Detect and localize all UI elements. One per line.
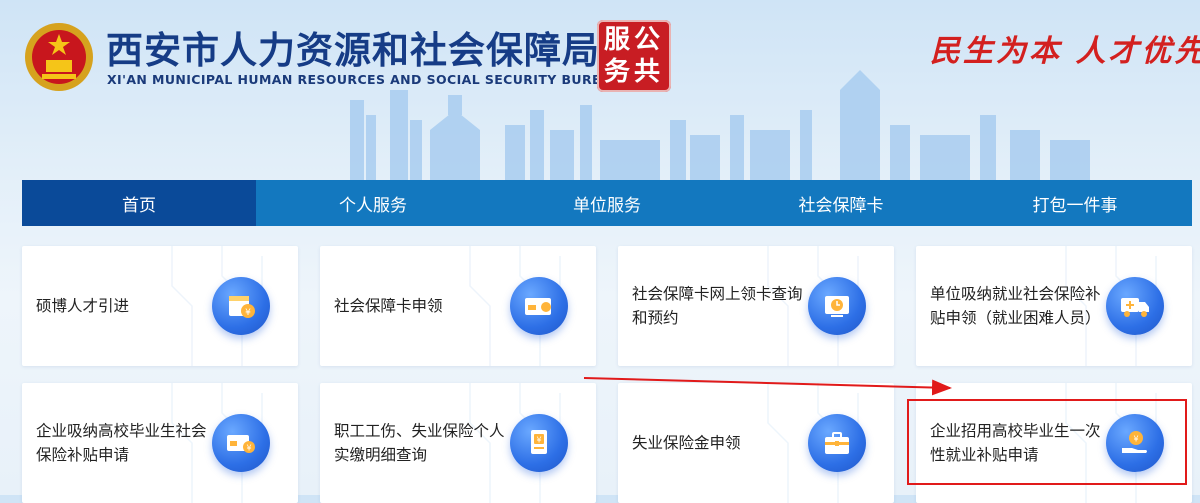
service-card-unemployment-benefit[interactable]: 失业保险金申领 bbox=[618, 383, 894, 503]
truck-icon bbox=[1106, 277, 1164, 335]
site-title-english: XI'AN MUNICIPAL HUMAN RESOURCES AND SOCI… bbox=[107, 72, 622, 87]
card-yuan-icon: ¥ bbox=[212, 414, 270, 472]
svg-text:¥: ¥ bbox=[246, 444, 251, 453]
service-card-employment-subsidy-hardship[interactable]: 单位吸纳就业社会保险补贴申领（就业困难人员） bbox=[916, 246, 1192, 366]
service-card-ss-card-application[interactable]: 社会保障卡申领 bbox=[320, 246, 596, 366]
card-label: 职工工伤、失业保险个人实缴明细查询 bbox=[334, 422, 505, 464]
card-label: 企业吸纳高校毕业生社会保险补贴申请 bbox=[36, 422, 207, 464]
nav-item-home[interactable]: 首页 bbox=[22, 180, 256, 226]
main-nav: 首页 个人服务 单位服务 社会保障卡 打包一件事 bbox=[22, 180, 1192, 226]
nav-item-unit-services[interactable]: 单位服务 bbox=[490, 180, 724, 226]
seal-line-2: 务共 bbox=[603, 57, 664, 87]
card-label: 社会保障卡网上领卡查询和预约 bbox=[632, 285, 803, 327]
briefcase-icon bbox=[808, 414, 866, 472]
site-header: 西安市人力资源和社会保障局 XI'AN MUNICIPAL HUMAN RESO… bbox=[0, 0, 1200, 180]
national-emblem-logo bbox=[25, 23, 93, 91]
svg-text:¥: ¥ bbox=[245, 308, 251, 318]
nav-item-personal-services[interactable]: 个人服务 bbox=[256, 180, 490, 226]
service-card-talent-introduction[interactable]: 硕博人才引进 ¥ bbox=[22, 246, 298, 366]
service-card-injury-unemployment-query[interactable]: 职工工伤、失业保险个人实缴明细查询 ¥ bbox=[320, 383, 596, 503]
pointer-arrow bbox=[583, 377, 952, 396]
service-seal-logo: 服公 务共 bbox=[597, 20, 671, 92]
service-card-graduate-ss-subsidy[interactable]: 企业吸纳高校毕业生社会保险补贴申请 ¥ bbox=[22, 383, 298, 503]
service-card-ss-card-pickup[interactable]: 社会保障卡网上领卡查询和预约 bbox=[618, 246, 894, 366]
calendar-yuan-icon: ¥ bbox=[212, 277, 270, 335]
card-icon bbox=[510, 277, 568, 335]
card-label: 失业保险金申领 bbox=[632, 434, 741, 452]
highlight-box bbox=[907, 399, 1187, 485]
slogan: 民生为本 人才优先 bbox=[930, 34, 1200, 69]
nav-item-social-security-card[interactable]: 社会保障卡 bbox=[724, 180, 958, 226]
site-title: 西安市人力资源和社会保障局 bbox=[106, 29, 600, 72]
clock-card-icon bbox=[808, 277, 866, 335]
document-yuan-icon: ¥ bbox=[510, 414, 568, 472]
svg-text:¥: ¥ bbox=[536, 436, 541, 445]
seal-line-1: 服公 bbox=[603, 25, 664, 55]
nav-item-package-services[interactable]: 打包一件事 bbox=[958, 180, 1192, 226]
card-label: 单位吸纳就业社会保险补贴申领（就业困难人员） bbox=[930, 285, 1101, 327]
card-label: 社会保障卡申领 bbox=[334, 297, 443, 315]
card-label: 硕博人才引进 bbox=[36, 297, 130, 315]
